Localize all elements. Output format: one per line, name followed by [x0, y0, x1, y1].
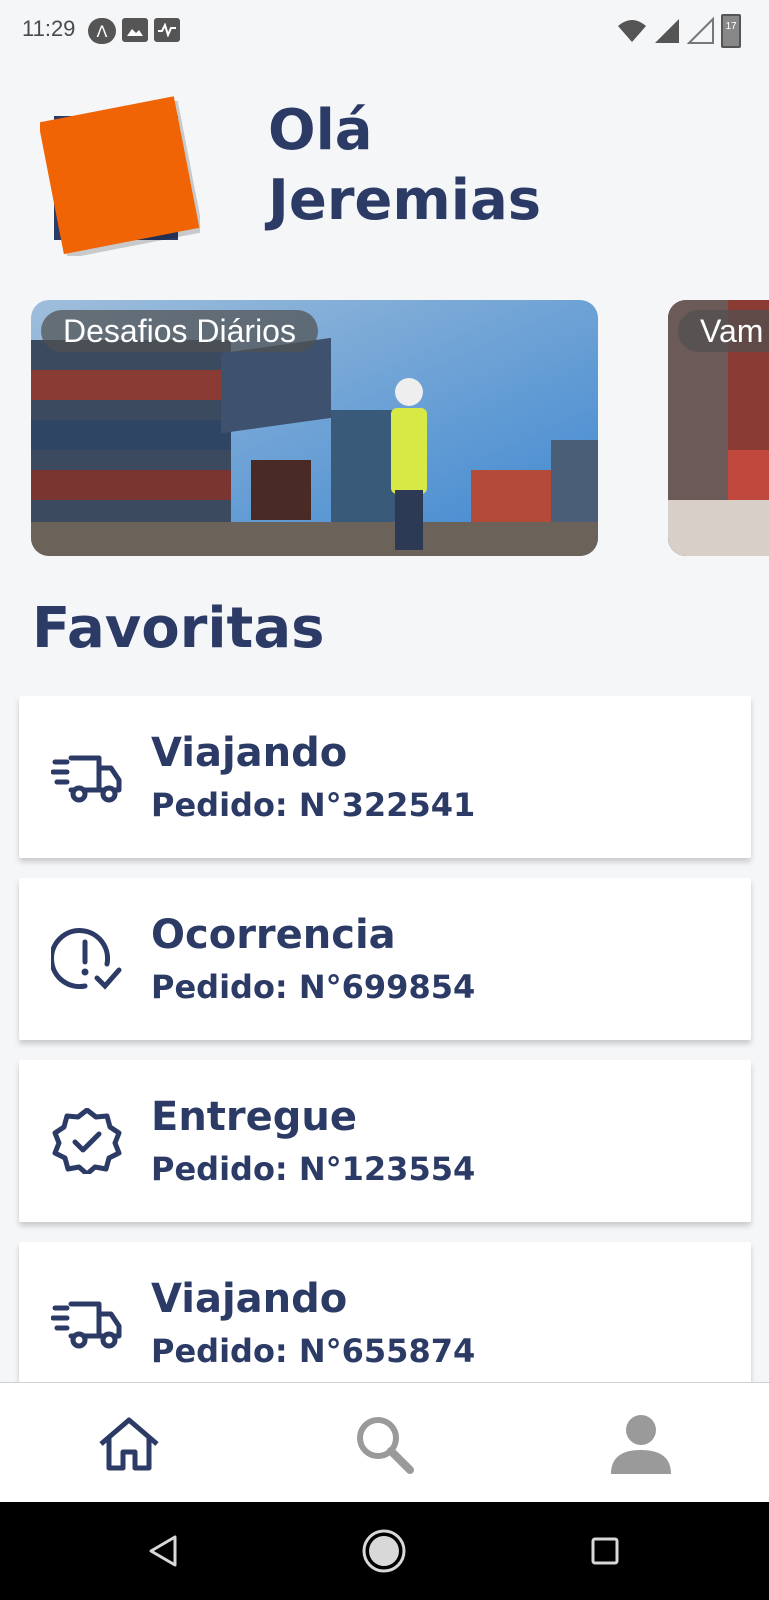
- notification-icons: Λ: [88, 18, 180, 44]
- notification-a-icon: Λ: [88, 18, 116, 44]
- truck-icon: [51, 755, 122, 803]
- system-status-icons: 17: [617, 14, 741, 48]
- signal-empty-icon: [687, 17, 714, 44]
- search-icon: [357, 1417, 414, 1474]
- system-recents-button[interactable]: [580, 1526, 630, 1576]
- system-back-button[interactable]: [138, 1526, 188, 1576]
- image-icon: [122, 18, 148, 42]
- nav-search-button[interactable]: [349, 1409, 419, 1479]
- favorite-status: Entregue: [151, 1094, 358, 1140]
- greeting-line-1: Olá: [268, 98, 373, 163]
- battery-level: 17: [725, 21, 737, 32]
- banner-daily-challenges[interactable]: Desafios Diários: [31, 300, 598, 556]
- nav-profile-button[interactable]: [606, 1409, 676, 1479]
- banner-next[interactable]: Vam: [668, 300, 769, 556]
- favorite-status: Viajando: [151, 1276, 348, 1322]
- status-time: 11:29: [22, 16, 76, 41]
- recents-square-icon: [591, 1537, 619, 1565]
- signal-icon: [655, 19, 679, 43]
- favorite-card[interactable]: Viajando Pedido: N°322541: [19, 696, 751, 858]
- favorite-order: Pedido: N°123554: [151, 1150, 476, 1188]
- banner-label: Desafios Diários: [41, 310, 318, 352]
- favorite-card[interactable]: Viajando Pedido: N°655874: [19, 1242, 751, 1382]
- bottom-navigation: [0, 1382, 769, 1503]
- greeting: Olá Jeremias: [268, 96, 541, 236]
- battery-icon: 17: [721, 14, 741, 48]
- greeting-user-name: Jeremias: [268, 168, 542, 233]
- home-circle-icon: [362, 1529, 406, 1573]
- favorite-card[interactable]: Entregue Pedido: N°123554: [19, 1060, 751, 1222]
- verified-badge-icon: [52, 1108, 122, 1174]
- back-triangle-icon: [149, 1535, 177, 1567]
- favorite-status: Viajando: [151, 730, 348, 776]
- favorite-card[interactable]: Ocorrencia Pedido: N°699854: [19, 878, 751, 1040]
- favorites-list[interactable]: Viajando Pedido: N°322541 Ocorrencia Ped…: [0, 696, 769, 1382]
- favorite-order: Pedido: N°699854: [151, 968, 476, 1006]
- banner-carousel[interactable]: Desafios Diários Vam: [0, 300, 769, 558]
- alert-check-icon: [51, 928, 122, 990]
- app-logo: [40, 96, 200, 256]
- banner-label: Vam: [678, 310, 769, 352]
- favorite-status: Ocorrencia: [151, 912, 396, 958]
- status-bar: 11:29 Λ 17: [0, 0, 769, 64]
- favorite-order: Pedido: N°322541: [151, 786, 476, 824]
- favorites-title: Favoritas: [32, 596, 325, 661]
- activity-icon: [154, 18, 180, 42]
- wifi-icon: [618, 20, 646, 42]
- system-home-button[interactable]: [359, 1526, 409, 1576]
- favorite-order: Pedido: N°655874: [151, 1332, 476, 1370]
- nav-home-button[interactable]: [94, 1409, 164, 1479]
- home-icon: [99, 1417, 159, 1471]
- system-navigation-bar: [0, 1502, 769, 1600]
- truck-icon: [51, 1301, 122, 1349]
- profile-icon: [611, 1415, 671, 1474]
